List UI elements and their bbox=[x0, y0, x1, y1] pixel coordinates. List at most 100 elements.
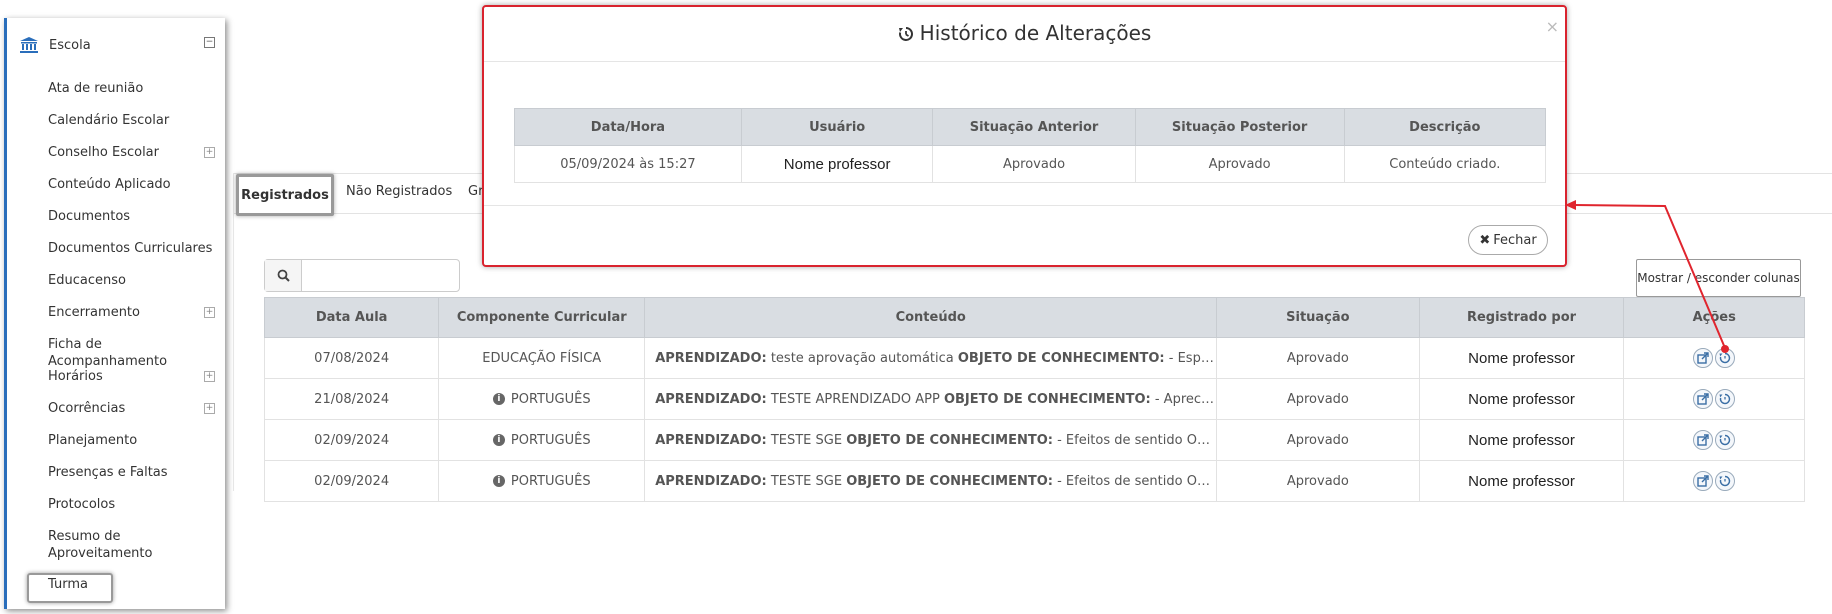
cell-status: Aprovado bbox=[1216, 419, 1420, 461]
cell-status: Aprovado bbox=[1216, 460, 1420, 502]
col-registrado-por[interactable]: Registrado por bbox=[1418, 297, 1625, 338]
content-key1: APRENDIZADO: bbox=[655, 391, 767, 407]
content-key2: OBJETO DE CONHECIMENTO: bbox=[957, 350, 1165, 366]
share-icon bbox=[1697, 393, 1709, 405]
tab-registrados[interactable]: Registrados bbox=[236, 174, 334, 216]
share-icon bbox=[1697, 475, 1709, 487]
cell-status: Aprovado bbox=[1216, 337, 1420, 379]
table-row: 02/09/2024 i PORTUGUÊS APRENDIZADO: TESTE S… bbox=[263, 460, 1805, 502]
share-button[interactable] bbox=[1693, 389, 1714, 409]
hist-usuario: Nome professor bbox=[740, 145, 934, 183]
sidebar-item-6[interactable]: Educacenso bbox=[48, 272, 126, 289]
history-button[interactable] bbox=[1715, 471, 1736, 491]
modal-title-text: Histórico de Alterações bbox=[919, 21, 1152, 45]
component-label: EDUCAÇÃO FÍSICA bbox=[482, 350, 602, 366]
col-data-aula[interactable]: Data Aula bbox=[263, 297, 440, 338]
cell-component: i PORTUGUÊS bbox=[438, 419, 646, 461]
content-key1: APRENDIZADO: bbox=[655, 432, 767, 448]
sidebar-item-4[interactable]: Documentos bbox=[48, 208, 130, 225]
registered-by-name: Nome professor bbox=[1462, 429, 1581, 451]
cell-date: 07/08/2024 bbox=[263, 337, 440, 379]
hist-col-posterior: Situação Posterior bbox=[1134, 108, 1345, 146]
expand-icon[interactable]: + bbox=[204, 403, 215, 414]
history-icon bbox=[1719, 352, 1731, 364]
share-button[interactable] bbox=[1693, 430, 1714, 450]
col-situacao[interactable]: Situação bbox=[1216, 297, 1420, 338]
info-icon[interactable]: i bbox=[492, 475, 505, 487]
modal-divider-top bbox=[484, 61, 1565, 62]
sidebar-item-5[interactable]: Documentos Curriculares bbox=[48, 240, 212, 257]
sidebar-item-2[interactable]: Conselho Escolar bbox=[48, 144, 159, 161]
hist-descricao: Conteúdo criado. bbox=[1343, 145, 1547, 183]
sidebar-item-10[interactable]: Ocorrências bbox=[48, 400, 125, 417]
table-row: 02/09/2024 i PORTUGUÊS APRENDIZADO: TESTE S… bbox=[263, 419, 1805, 461]
search-input[interactable] bbox=[264, 259, 460, 292]
sidebar-item-3[interactable]: Conteúdo Aplicado bbox=[48, 176, 171, 193]
collapse-icon[interactable]: − bbox=[204, 37, 215, 48]
content-val1: teste aprovação automática bbox=[766, 350, 958, 366]
col-conteudo[interactable]: Conteúdo bbox=[644, 297, 1218, 338]
content-val2: - Efeitos de sentido OBJETO ... bbox=[1057, 473, 1216, 489]
hist-col-anterior: Situação Anterior bbox=[932, 108, 1136, 146]
sidebar: Escola − Ata de reunião Calendário Escola… bbox=[4, 18, 225, 609]
sidebar-header-label: Escola bbox=[49, 37, 91, 53]
cell-component: EDUCAÇÃO FÍSICA bbox=[438, 337, 646, 379]
tab-nao-registrados[interactable]: Não Registrados bbox=[346, 184, 452, 199]
component-label: PORTUGUÊS bbox=[510, 473, 591, 489]
search-button[interactable] bbox=[265, 260, 302, 291]
history-table: Data/Hora Usuário Situação Anterior Situ… bbox=[514, 108, 1547, 183]
history-button[interactable] bbox=[1715, 389, 1736, 409]
modal-divider-bottom bbox=[484, 205, 1565, 206]
history-icon bbox=[1719, 393, 1731, 405]
cell-date: 21/08/2024 bbox=[263, 378, 440, 420]
history-button[interactable] bbox=[1715, 430, 1736, 450]
sidebar-item-11[interactable]: Planejamento bbox=[48, 432, 137, 449]
sidebar-header[interactable]: Escola − bbox=[19, 34, 219, 56]
share-icon bbox=[1697, 352, 1709, 364]
content-border bbox=[233, 173, 234, 491]
share-button[interactable] bbox=[1693, 471, 1714, 491]
history-icon bbox=[1719, 434, 1731, 446]
history-button[interactable] bbox=[1715, 348, 1736, 368]
content-key1: APRENDIZADO: bbox=[655, 473, 767, 489]
share-button[interactable] bbox=[1693, 348, 1714, 368]
sidebar-item-7[interactable]: Encerramento bbox=[48, 304, 140, 321]
close-modal-button[interactable]: ✖ Fechar bbox=[1468, 225, 1548, 255]
sidebar-item-8[interactable]: Ficha de Acompanhamento bbox=[48, 336, 225, 370]
expand-icon[interactable]: + bbox=[204, 307, 215, 318]
cell-component: i PORTUGUÊS bbox=[438, 460, 646, 502]
col-componente[interactable]: Componente Curricular bbox=[438, 297, 646, 338]
sidebar-item-13[interactable]: Protocolos bbox=[48, 496, 115, 513]
bank-icon bbox=[20, 37, 38, 53]
toggle-columns-button[interactable]: Mostrar / esconder colunas bbox=[1636, 259, 1801, 297]
sidebar-item-12[interactable]: Presenças e Faltas bbox=[48, 464, 168, 481]
content-val1: TESTE SGE bbox=[766, 473, 847, 489]
expand-icon[interactable]: + bbox=[204, 147, 215, 158]
sidebar-item-9[interactable]: Horários bbox=[48, 368, 103, 385]
content-table: Data Aula Componente Curricular Conteúdo… bbox=[263, 297, 1805, 502]
content-key2: OBJETO DE CONHECIMENTO: bbox=[846, 432, 1053, 448]
cell-actions bbox=[1623, 337, 1805, 379]
info-icon[interactable]: i bbox=[492, 393, 505, 405]
registered-by-name: Nome professor bbox=[1462, 347, 1581, 369]
hist-datahora: 05/09/2024 às 15:27 bbox=[514, 145, 742, 183]
cell-date: 02/09/2024 bbox=[263, 460, 440, 502]
times-icon: ✖ bbox=[1479, 232, 1491, 248]
sidebar-item-1[interactable]: Calendário Escolar bbox=[48, 112, 169, 129]
content-val2: - Efeitos de sentido OBJETO ... bbox=[1057, 432, 1216, 448]
hist-usuario-name: Nome professor bbox=[777, 153, 897, 175]
hist-col-descricao: Descrição bbox=[1343, 108, 1547, 146]
sidebar-item-14[interactable]: Resumo de Aproveitamento bbox=[48, 528, 188, 562]
turma-highlight bbox=[27, 573, 113, 603]
content-key1: APRENDIZADO: bbox=[655, 350, 767, 366]
registered-by-name: Nome professor bbox=[1462, 470, 1581, 492]
history-icon bbox=[898, 27, 913, 41]
content-val1: TESTE SGE bbox=[766, 432, 847, 448]
expand-icon[interactable]: + bbox=[204, 371, 215, 382]
sidebar-item-0[interactable]: Ata de reunião bbox=[48, 80, 143, 97]
info-icon[interactable]: i bbox=[492, 434, 505, 446]
content-key2: OBJETO DE CONHECIMENTO: bbox=[846, 473, 1053, 489]
cell-component: i PORTUGUÊS bbox=[438, 378, 646, 420]
cell-conteudo: APRENDIZADO: teste aprovação automática … bbox=[644, 337, 1218, 379]
content-val2: - Apreciação e... bbox=[1154, 391, 1216, 407]
